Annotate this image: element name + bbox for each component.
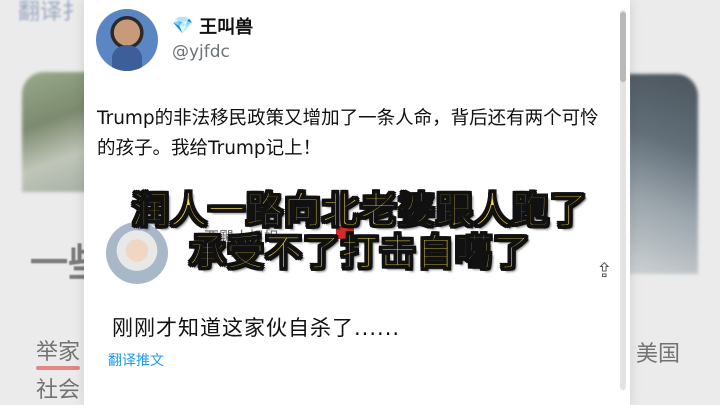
author-handle[interactable]: @yjfdc — [172, 42, 230, 62]
translate-tweet-link[interactable]: 翻译推文 — [108, 350, 164, 370]
caption-line-2: 承受不了打击自噶了 — [188, 230, 531, 274]
diamond-icon: 💎 — [172, 15, 194, 36]
bg-text-fragment-bottom-left-1: 举家 — [36, 334, 81, 370]
reply-text: 刚刚才知道这家伙自杀了...... — [112, 316, 401, 340]
scrollbar-thumb[interactable] — [620, 12, 626, 82]
bg-text-fragment-bottom-right: 美国 — [636, 342, 681, 367]
bg-text-fragment-bottom-left-2: 社会 — [36, 378, 81, 403]
author-display-name[interactable]: 王叫兽 — [199, 13, 253, 39]
author-avatar[interactable] — [96, 9, 158, 71]
bg-translate-fragment: 翻译扌 — [18, 0, 85, 25]
tweet-text: Trump的非法移民政策又增加了一条人命，背后还有两个可怜的孩子。我给Trump… — [97, 108, 599, 159]
author-name-row[interactable]: 💎 王叫兽 — [172, 13, 253, 39]
bg-photo-left — [22, 72, 92, 192]
